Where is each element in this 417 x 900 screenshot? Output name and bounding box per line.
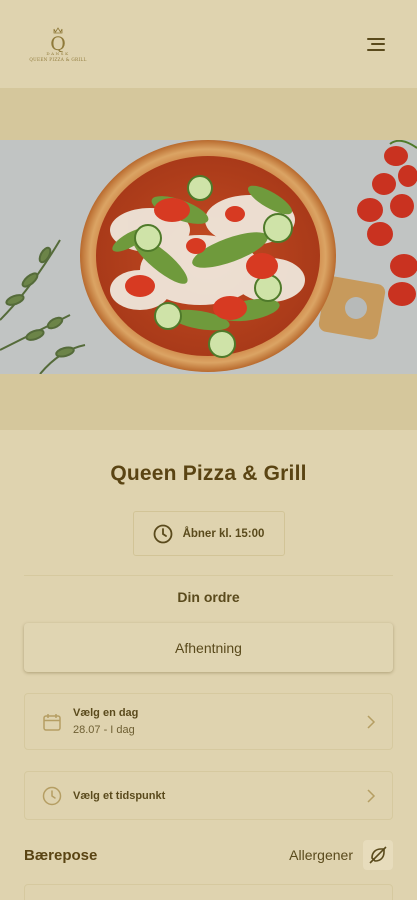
choose-day-row[interactable]: Vælg en dag 28.07 - I dag — [24, 693, 393, 750]
order-heading: Din ordre — [177, 589, 240, 605]
svg-text:Q: Q — [50, 33, 66, 52]
hero-bottom-band — [0, 374, 417, 430]
app-header: Q DANSK QUEEN PIZZA & GRILL — [0, 0, 417, 88]
hero-top-band — [0, 88, 417, 140]
chevron-right-icon — [367, 714, 376, 729]
footer-row: Bærepose Allergener — [24, 840, 393, 870]
pizza-photo — [0, 140, 417, 374]
pickup-button[interactable]: Afhentning — [24, 623, 393, 672]
opening-hours-text: Åbner kl. 15:00 — [182, 527, 265, 540]
logo[interactable]: Q DANSK QUEEN PIZZA & GRILL — [29, 26, 87, 62]
choose-day-label: Vælg en dag — [73, 707, 139, 719]
calendar-icon — [41, 711, 63, 733]
chevron-right-icon — [367, 788, 376, 803]
main-content: Queen Pizza & Grill Åbner kl. 15:00 Din … — [0, 462, 417, 870]
logo-crown-q-icon: Q — [50, 27, 66, 52]
allergen-icon — [363, 840, 393, 870]
divider — [24, 575, 393, 576]
clock-icon — [41, 785, 63, 807]
hero-image — [0, 140, 417, 374]
hamburger-menu-icon[interactable] — [367, 33, 389, 55]
allergen-label: Allergener — [289, 847, 353, 863]
restaurant-name: Queen Pizza & Grill — [110, 462, 307, 485]
choose-time-label: Vælg et tidspunkt — [73, 789, 166, 802]
bag-label: Bærepose — [24, 846, 98, 864]
opening-hours-badge: Åbner kl. 15:00 — [132, 511, 285, 556]
allergen-button[interactable]: Allergener — [289, 840, 393, 870]
clock-icon — [153, 524, 172, 543]
bag-card[interactable] — [24, 884, 393, 900]
logo-text: QUEEN PIZZA & GRILL — [29, 57, 87, 62]
choose-time-row[interactable]: Vælg et tidspunkt — [24, 771, 393, 820]
logo-crown-text: DANSK — [46, 51, 70, 56]
choose-day-value: 28.07 - I dag — [73, 724, 135, 736]
